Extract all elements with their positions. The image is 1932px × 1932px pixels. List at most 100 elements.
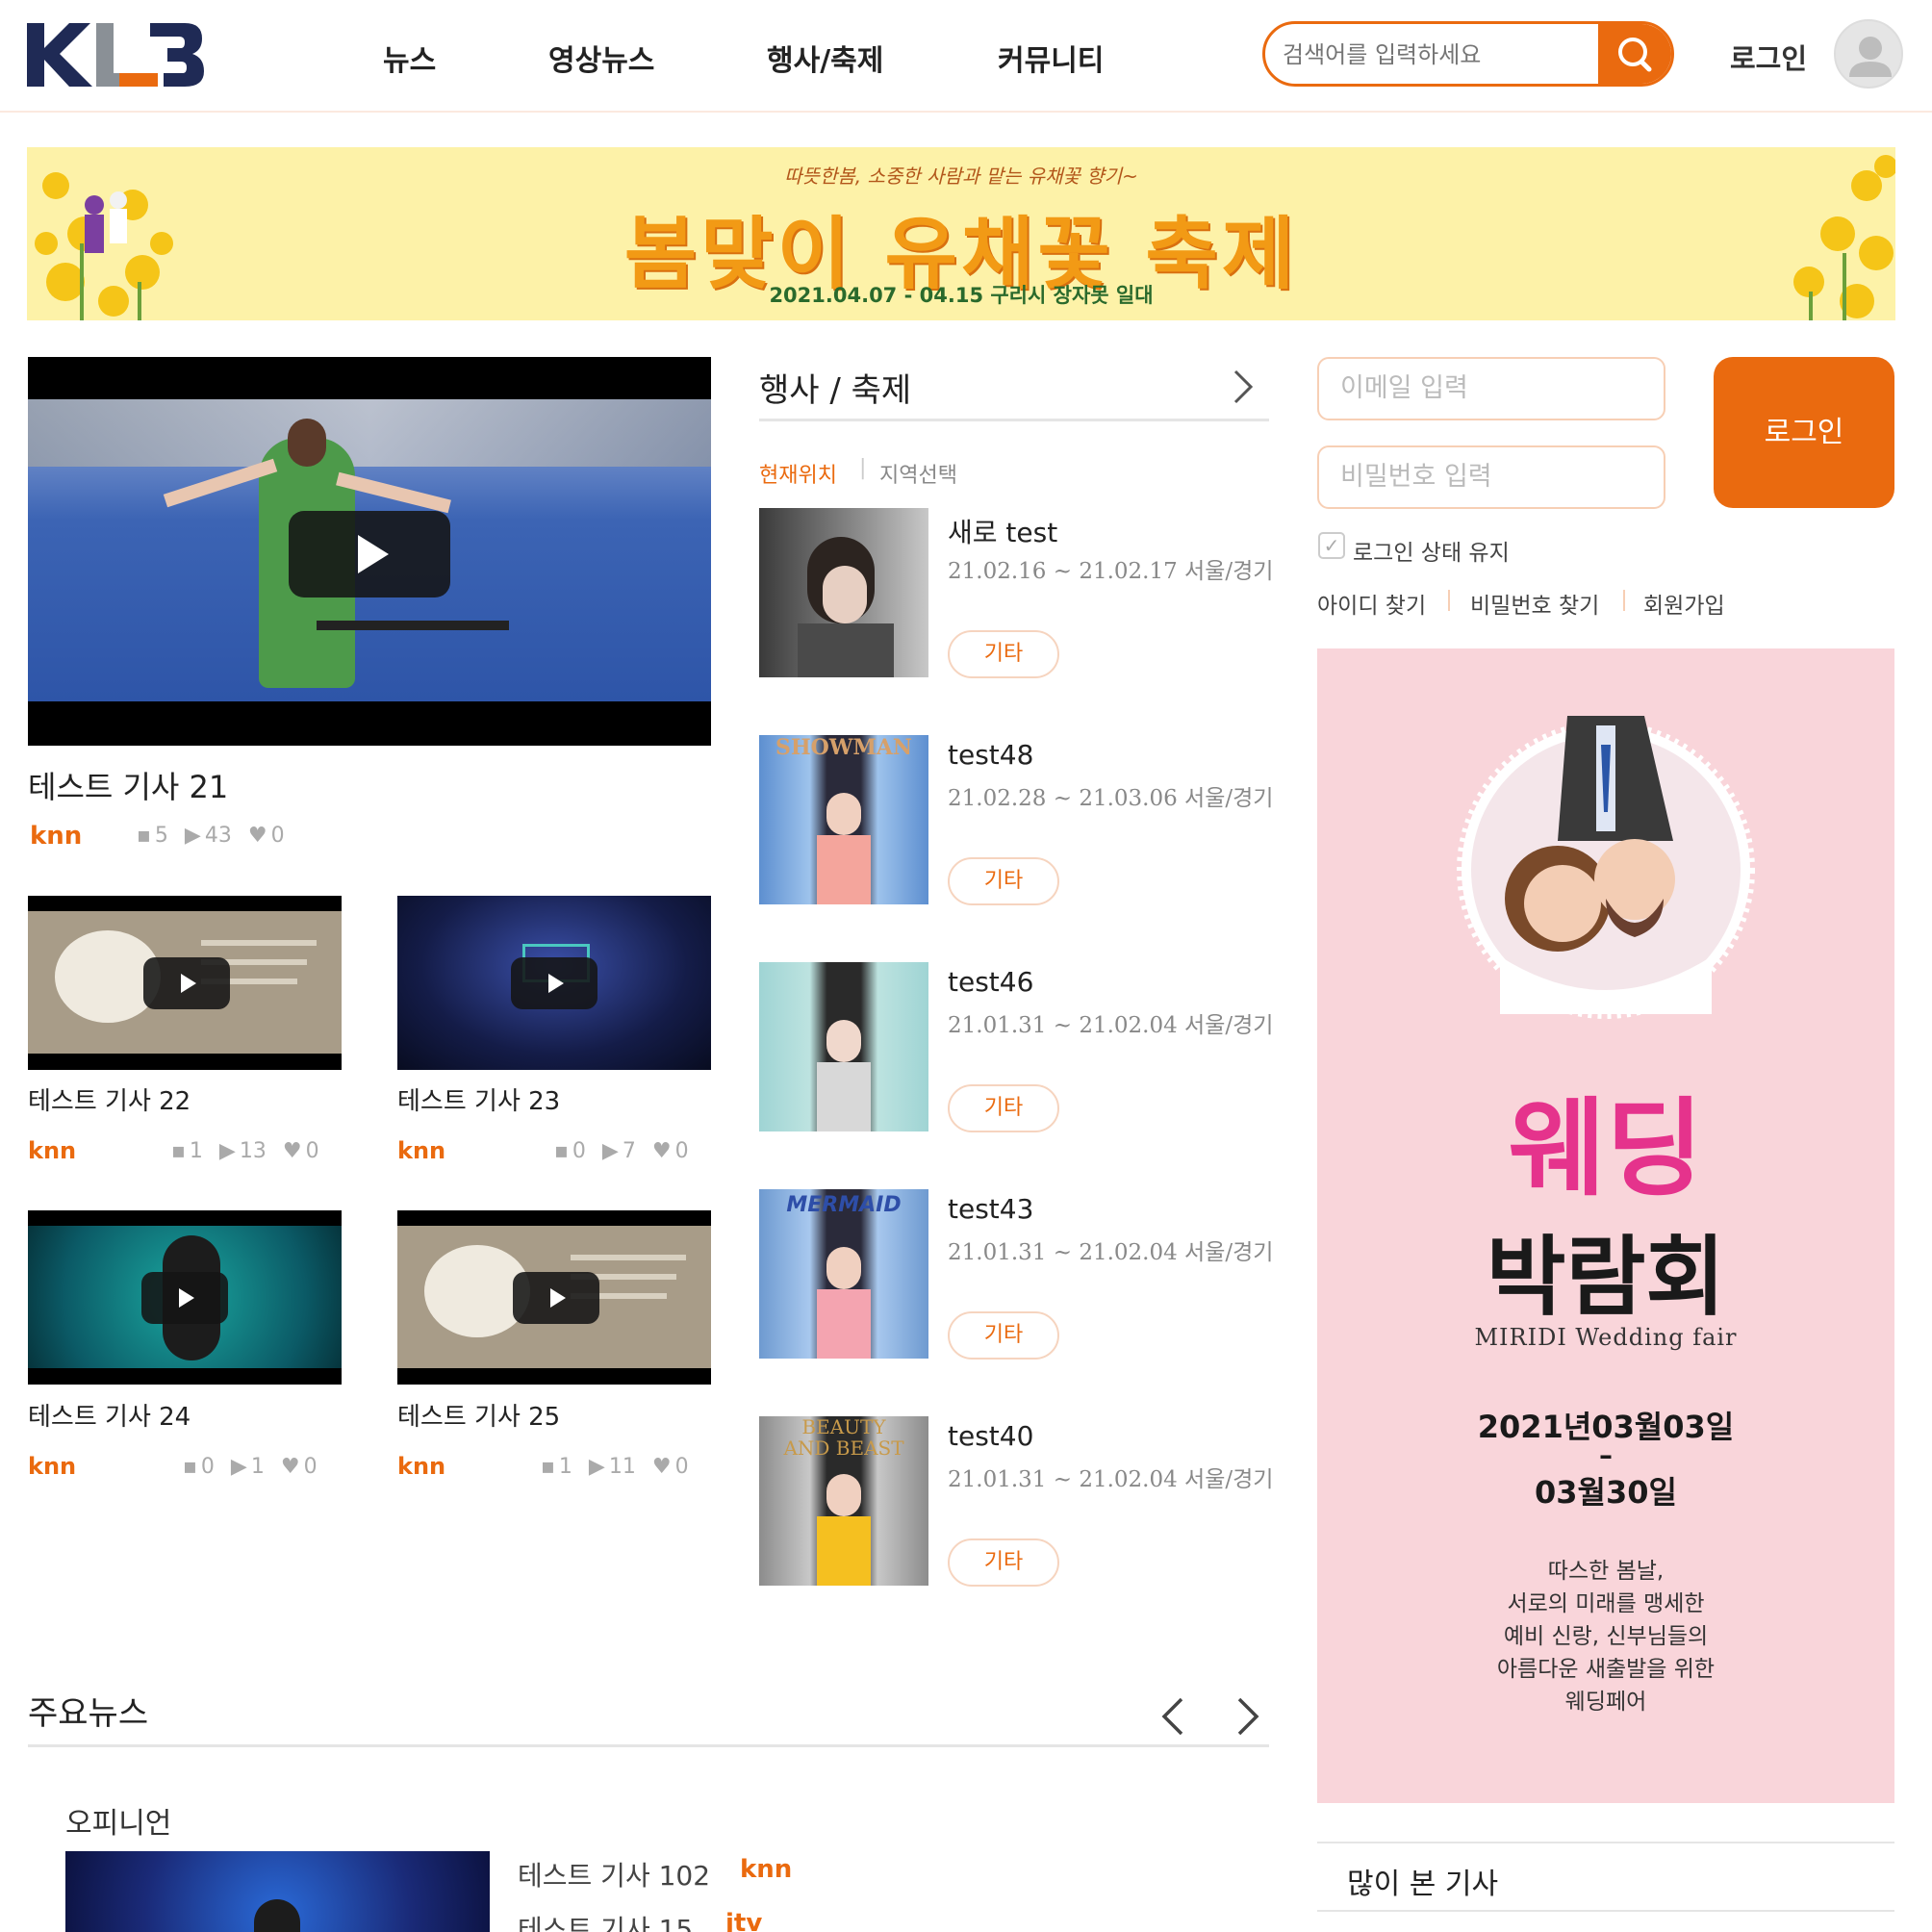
search-box (1262, 21, 1674, 87)
video-stats: ▪ 0 ▶ 7 ♥ 0 (554, 1139, 689, 1163)
play-button[interactable] (141, 1272, 228, 1324)
email-field[interactable]: 이메일 입력 (1317, 357, 1665, 420)
divider (1317, 1910, 1894, 1912)
event-category-tag[interactable]: 기타 (948, 857, 1059, 905)
play-count-icon: ▶ (218, 1139, 236, 1163)
divider (28, 1744, 1269, 1747)
play-count-icon: ▶ (230, 1455, 247, 1479)
ad-date-dash: – (1599, 1439, 1613, 1471)
divider (759, 419, 1269, 421)
play-count-icon: ▶ (601, 1139, 619, 1163)
search-button[interactable] (1598, 24, 1671, 84)
nav-video-news[interactable]: 영상뉴스 (548, 37, 654, 79)
comment-icon: ▪ (541, 1455, 555, 1479)
site-logo[interactable] (27, 19, 204, 89)
heart-icon: ♥ (280, 1455, 300, 1479)
event-poster[interactable] (759, 508, 928, 677)
event-name[interactable]: test40 (948, 1420, 1033, 1452)
avatar[interactable] (1834, 19, 1903, 89)
nav-events[interactable]: 행사/축제 (767, 37, 883, 79)
event-name[interactable]: test48 (948, 739, 1033, 771)
video-stats: ▪ 0 ▶ 1 ♥ 0 (183, 1455, 318, 1479)
divider (1448, 590, 1450, 611)
nav-news[interactable]: 뉴스 (383, 37, 436, 79)
featured-video-thumbnail[interactable] (28, 357, 711, 746)
news-item-source: jtv (725, 1909, 763, 1932)
heart-icon: ♥ (282, 1139, 302, 1163)
event-category-tag[interactable]: 기타 (948, 630, 1059, 678)
video-title[interactable]: 테스트 기사 22 (28, 1081, 191, 1117)
keep-login-checkbox[interactable]: ✓ (1318, 532, 1345, 559)
poster-title-text: BEAUTY AND BEAST (783, 1416, 904, 1460)
event-poster[interactable]: SHOWMAN (759, 735, 928, 904)
heart-icon: ♥ (651, 1139, 672, 1163)
play-count-icon: ▶ (588, 1455, 605, 1479)
video-title[interactable]: 테스트 기사 25 (397, 1397, 560, 1433)
comment-icon: ▪ (554, 1139, 569, 1163)
event-name[interactable]: test43 (948, 1193, 1033, 1225)
heart-icon: ♥ (247, 824, 267, 848)
video-thumbnail[interactable] (397, 896, 711, 1070)
news-item-title[interactable]: 테스트 기사 102 (518, 1855, 710, 1894)
video-thumbnail[interactable] (28, 1210, 342, 1385)
search-input[interactable] (1283, 36, 1600, 74)
keep-login-label[interactable]: 로그인 상태 유지 (1353, 534, 1510, 567)
events-section-title[interactable]: 행사 / 축제 (759, 364, 911, 411)
signup-link[interactable]: 회원가입 (1643, 587, 1725, 620)
video-stats: ▪ 1 ▶ 11 ♥ 0 (541, 1455, 689, 1479)
user-icon (1849, 37, 1892, 77)
filter-region[interactable]: 지역선택 (879, 458, 957, 489)
featured-video-stats: ▪ 5 ▶ 43 ♥ 0 (137, 824, 285, 848)
check-icon: ✓ (1323, 534, 1340, 557)
login-button[interactable]: 로그인 (1714, 357, 1894, 508)
event-category-tag[interactable]: 기타 (948, 1538, 1059, 1587)
event-date: 21.02.28 ~ 21.03.06 서울/경기 (948, 786, 1274, 811)
popular-articles-title: 많이 본 기사 (1347, 1868, 1499, 1901)
video-thumbnail[interactable] (28, 896, 342, 1070)
news-item-source: knn (740, 1855, 793, 1884)
chevron-right-icon[interactable] (1228, 368, 1257, 406)
wedding-fair-ad[interactable]: 웨딩 박람회 MIRIDI Wedding fair 2021년03월03일 –… (1317, 648, 1894, 1803)
comment-icon: ▪ (137, 824, 151, 848)
ad-title-fair: 박람회 (1486, 1226, 1726, 1328)
header-login-link[interactable]: 로그인 (1730, 37, 1807, 77)
event-name[interactable]: test46 (948, 966, 1033, 998)
play-button[interactable] (289, 511, 450, 597)
password-field[interactable]: 비밀번호 입력 (1317, 445, 1665, 509)
event-date: 21.01.31 ~ 21.02.04 서울/경기 (948, 1467, 1274, 1492)
poster-title-text: MERMAID (786, 1193, 902, 1217)
event-name[interactable]: 새로 test (948, 512, 1057, 550)
video-source: knn (28, 1453, 77, 1480)
find-password-link[interactable]: 비밀번호 찾기 (1470, 587, 1599, 620)
chevron-right-icon[interactable] (1228, 1693, 1266, 1740)
chevron-left-icon[interactable] (1155, 1693, 1193, 1740)
find-id-link[interactable]: 아이디 찾기 (1317, 587, 1426, 620)
festival-banner[interactable]: 따뜻한봄, 소중한 사람과 맡는 유채꽃 향기~ 봄맞이 유채꽃 축제 2021… (27, 147, 1895, 320)
featured-video-title[interactable]: 테스트 기사 21 (28, 763, 228, 807)
news-item-title[interactable]: 테스트 기사 15 (518, 1909, 693, 1932)
filter-current-location[interactable]: 현재위치 (759, 458, 837, 489)
video-source: knn (28, 1137, 77, 1164)
video-thumbnail[interactable] (397, 1210, 711, 1385)
opinion-thumbnail[interactable] (65, 1851, 490, 1932)
main-news-title: 주요뉴스 (28, 1694, 149, 1733)
video-title[interactable]: 테스트 기사 24 (28, 1397, 191, 1433)
featured-video-source: knn (30, 822, 83, 851)
event-category-tag[interactable]: 기타 (948, 1084, 1059, 1132)
play-button[interactable] (511, 957, 597, 1009)
event-poster[interactable] (759, 962, 928, 1131)
wedding-couple-illustration (1457, 716, 1755, 1019)
heart-icon: ♥ (651, 1455, 672, 1479)
event-category-tag[interactable]: 기타 (948, 1311, 1059, 1360)
banner-date: 2021.04.07 - 04.15 구리시 장자못 일대 (769, 284, 1154, 307)
comment-icon: ▪ (171, 1139, 186, 1163)
event-poster[interactable]: BEAUTY AND BEAST (759, 1416, 928, 1586)
event-poster[interactable]: MERMAID (759, 1189, 928, 1359)
filter-separator: | (859, 456, 867, 480)
opinion-title: 오피니언 (65, 1807, 172, 1841)
play-button[interactable] (513, 1272, 599, 1324)
nav-community[interactable]: 커뮤니티 (998, 37, 1104, 79)
play-button[interactable] (143, 957, 230, 1009)
search-icon (1618, 38, 1652, 72)
video-title[interactable]: 테스트 기사 23 (397, 1081, 560, 1117)
